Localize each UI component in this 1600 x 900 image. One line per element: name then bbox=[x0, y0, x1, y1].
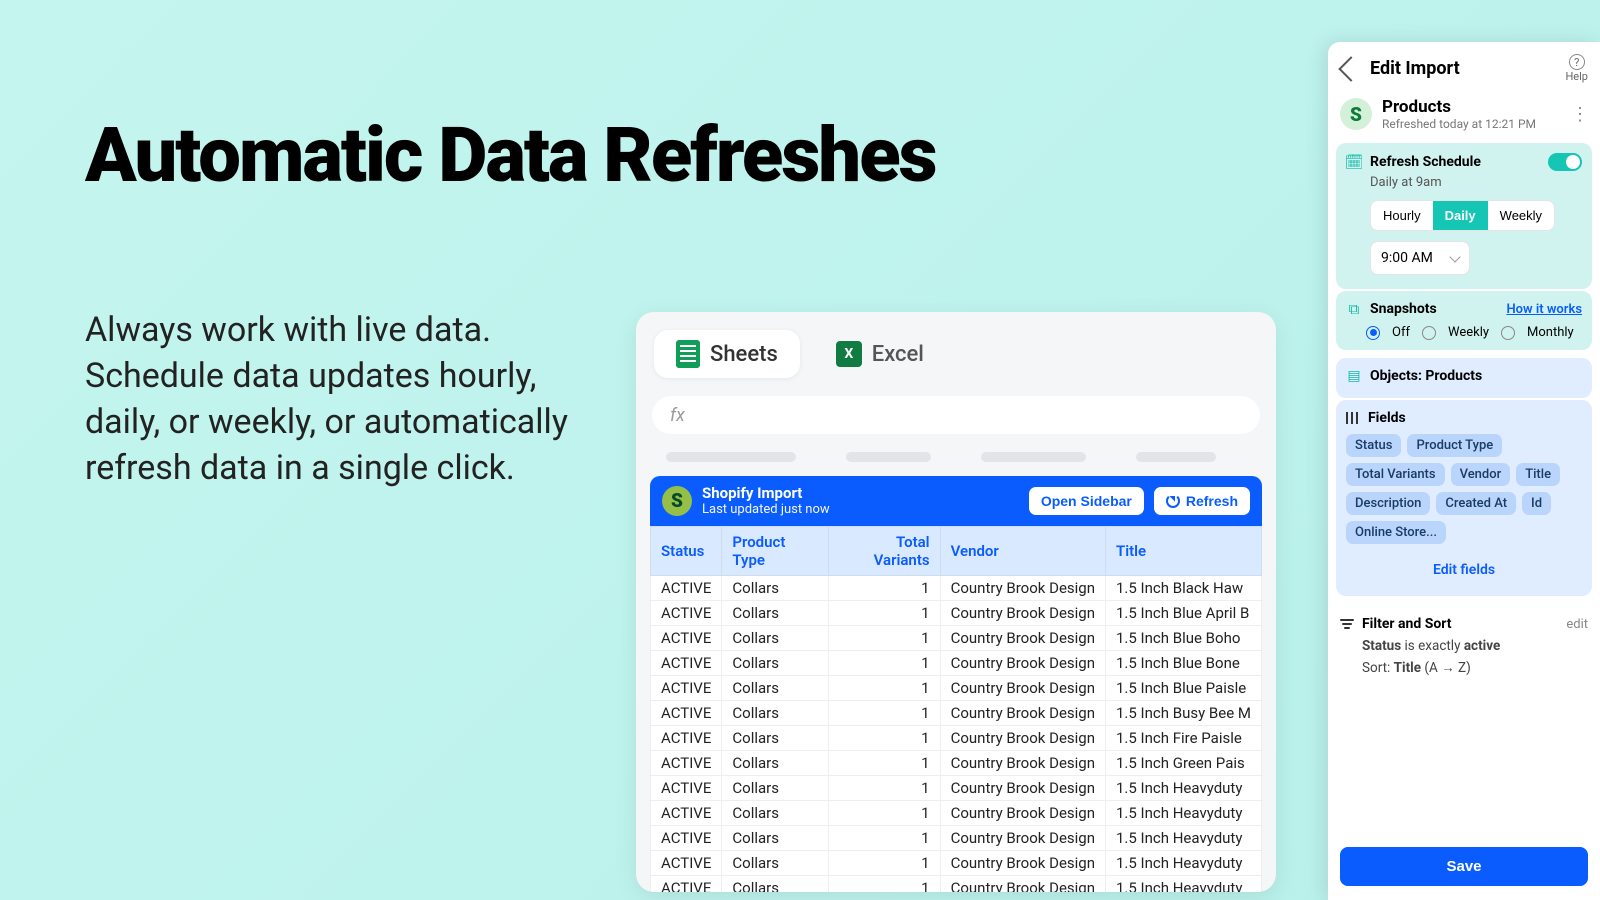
time-value: 9:00 AM bbox=[1381, 250, 1433, 266]
table-row[interactable]: ACTIVECollars1Country Brook Design1.5 In… bbox=[651, 700, 1262, 725]
fields-section: Fields Status Product Type Total Variants V… bbox=[1336, 400, 1592, 596]
fields-icon bbox=[1346, 412, 1360, 424]
tab-sheets-label: Sheets bbox=[710, 342, 778, 367]
column-placeholders bbox=[636, 444, 1276, 476]
filter-sort-section: Filter and Sort edit Status is exactly a… bbox=[1328, 606, 1600, 686]
kebab-menu-icon[interactable]: ⋮ bbox=[1571, 104, 1588, 125]
table-row[interactable]: ACTIVECollars1Country Brook Design1.5 In… bbox=[651, 825, 1262, 850]
field-tag[interactable]: Created At bbox=[1436, 492, 1516, 515]
refresh-toggle[interactable] bbox=[1548, 153, 1582, 171]
field-tag[interactable]: Status bbox=[1346, 434, 1401, 457]
sort-condition: Sort: Title (A → Z) bbox=[1362, 660, 1588, 676]
refresh-icon bbox=[1166, 494, 1180, 508]
field-tag[interactable]: Id bbox=[1522, 492, 1551, 515]
hero-title: Automatic Data Refreshes bbox=[85, 110, 936, 200]
refresh-schedule-sub: Daily at 9am bbox=[1370, 175, 1582, 190]
objects-section: ▤ Objects: Products bbox=[1336, 358, 1592, 398]
table-row[interactable]: ACTIVECollars1Country Brook Design1.5 In… bbox=[651, 650, 1262, 675]
product-name: Products bbox=[1382, 97, 1561, 117]
table-row[interactable]: ACTIVECollars1Country Brook Design1.5 In… bbox=[651, 875, 1262, 892]
edit-import-sidebar: Edit Import ? Help S Products Refreshed … bbox=[1328, 42, 1600, 900]
shopify-badge-icon: S bbox=[1340, 98, 1372, 130]
table-row[interactable]: ACTIVECollars1Country Brook Design1.5 In… bbox=[651, 625, 1262, 650]
import-banner: S Shopify Import Last updated just now O… bbox=[650, 476, 1262, 526]
filter-condition: Status is exactly active bbox=[1362, 638, 1588, 654]
field-tag[interactable]: Description bbox=[1346, 492, 1430, 515]
snapshot-monthly-radio[interactable] bbox=[1501, 326, 1515, 340]
table-row[interactable]: ACTIVECollars1Country Brook Design1.5 In… bbox=[651, 775, 1262, 800]
refresh-label: Refresh bbox=[1186, 493, 1238, 509]
import-subtitle: Last updated just now bbox=[702, 502, 1019, 518]
refresh-button[interactable]: Refresh bbox=[1154, 487, 1250, 515]
edit-fields-button[interactable]: Edit fields bbox=[1346, 554, 1582, 586]
sidebar-title: Edit Import bbox=[1370, 58, 1555, 79]
save-button[interactable]: Save bbox=[1340, 847, 1588, 886]
freq-weekly[interactable]: Weekly bbox=[1488, 201, 1554, 230]
col-header[interactable]: Total Variants bbox=[829, 526, 940, 575]
time-select[interactable]: 9:00 AM bbox=[1370, 241, 1470, 275]
col-header[interactable]: Title bbox=[1106, 526, 1262, 575]
fields-label: Fields bbox=[1368, 410, 1582, 426]
hero-subtitle: Always work with live data. Schedule dat… bbox=[85, 308, 585, 492]
field-tag[interactable]: Product Type bbox=[1407, 434, 1502, 457]
open-sidebar-button[interactable]: Open Sidebar bbox=[1029, 487, 1144, 515]
snapshot-off-label: Off bbox=[1392, 325, 1410, 340]
refresh-schedule-section: 🗓 Refresh Schedule Daily at 9am Hourly D… bbox=[1336, 143, 1592, 289]
objects-label: Objects: Products bbox=[1370, 368, 1582, 384]
table-row[interactable]: ACTIVECollars1Country Brook Design1.5 In… bbox=[651, 600, 1262, 625]
how-it-works-link[interactable]: How it works bbox=[1506, 302, 1582, 317]
help-icon: ? bbox=[1569, 54, 1585, 70]
snapshots-section: ⧉ Snapshots How it works Off Weekly Mont… bbox=[1336, 291, 1592, 350]
table-row[interactable]: ACTIVECollars1Country Brook Design1.5 In… bbox=[651, 850, 1262, 875]
snapshot-weekly-label: Weekly bbox=[1448, 325, 1489, 340]
freq-hourly[interactable]: Hourly bbox=[1371, 201, 1433, 230]
filter-sort-label: Filter and Sort bbox=[1362, 616, 1558, 632]
product-refreshed: Refreshed today at 12:21 PM bbox=[1382, 117, 1561, 131]
col-header[interactable]: Vendor bbox=[940, 526, 1105, 575]
tab-excel-label: Excel bbox=[872, 342, 924, 367]
back-icon[interactable] bbox=[1338, 56, 1363, 81]
col-header[interactable]: Product Type bbox=[722, 526, 829, 575]
freq-daily[interactable]: Daily bbox=[1433, 201, 1488, 230]
data-table: StatusProduct TypeTotal VariantsVendorTi… bbox=[650, 526, 1262, 892]
chevron-down-icon bbox=[1449, 251, 1460, 262]
snapshot-icon: ⧉ bbox=[1346, 301, 1362, 317]
field-tag[interactable]: Vendor bbox=[1451, 463, 1511, 486]
object-icon: ▤ bbox=[1346, 368, 1362, 384]
snapshot-weekly-radio[interactable] bbox=[1422, 326, 1436, 340]
formula-bar[interactable]: fx bbox=[652, 396, 1260, 434]
snapshot-off-radio[interactable] bbox=[1366, 326, 1380, 340]
field-tag[interactable]: Title bbox=[1516, 463, 1560, 486]
table-row[interactable]: ACTIVECollars1Country Brook Design1.5 In… bbox=[651, 800, 1262, 825]
field-tag[interactable]: Total Variants bbox=[1346, 463, 1445, 486]
calendar-check-icon: 🗓 bbox=[1346, 154, 1362, 170]
google-sheets-icon bbox=[676, 340, 700, 368]
help-label: Help bbox=[1565, 70, 1588, 83]
help-button[interactable]: ? Help bbox=[1565, 54, 1588, 83]
spreadsheet-window: Sheets X Excel fx S Shopify Import Last … bbox=[636, 312, 1276, 892]
filter-icon bbox=[1340, 618, 1354, 630]
tab-excel[interactable]: X Excel bbox=[814, 330, 946, 378]
field-tag[interactable]: Online Store... bbox=[1346, 521, 1446, 544]
table-row[interactable]: ACTIVECollars1Country Brook Design1.5 In… bbox=[651, 750, 1262, 775]
snapshot-monthly-label: Monthly bbox=[1527, 325, 1574, 340]
tab-sheets[interactable]: Sheets bbox=[654, 330, 800, 378]
excel-icon: X bbox=[836, 341, 862, 367]
filter-edit-link[interactable]: edit bbox=[1566, 617, 1588, 632]
table-row[interactable]: ACTIVECollars1Country Brook Design1.5 In… bbox=[651, 725, 1262, 750]
snapshots-label: Snapshots bbox=[1370, 301, 1498, 317]
table-row[interactable]: ACTIVECollars1Country Brook Design1.5 In… bbox=[651, 575, 1262, 600]
table-row[interactable]: ACTIVECollars1Country Brook Design1.5 In… bbox=[651, 675, 1262, 700]
frequency-segmented: Hourly Daily Weekly bbox=[1370, 200, 1555, 231]
import-title: Shopify Import bbox=[702, 484, 1019, 502]
col-header[interactable]: Status bbox=[651, 526, 722, 575]
shopify-icon: S bbox=[662, 486, 692, 516]
refresh-schedule-label: Refresh Schedule bbox=[1370, 154, 1540, 170]
